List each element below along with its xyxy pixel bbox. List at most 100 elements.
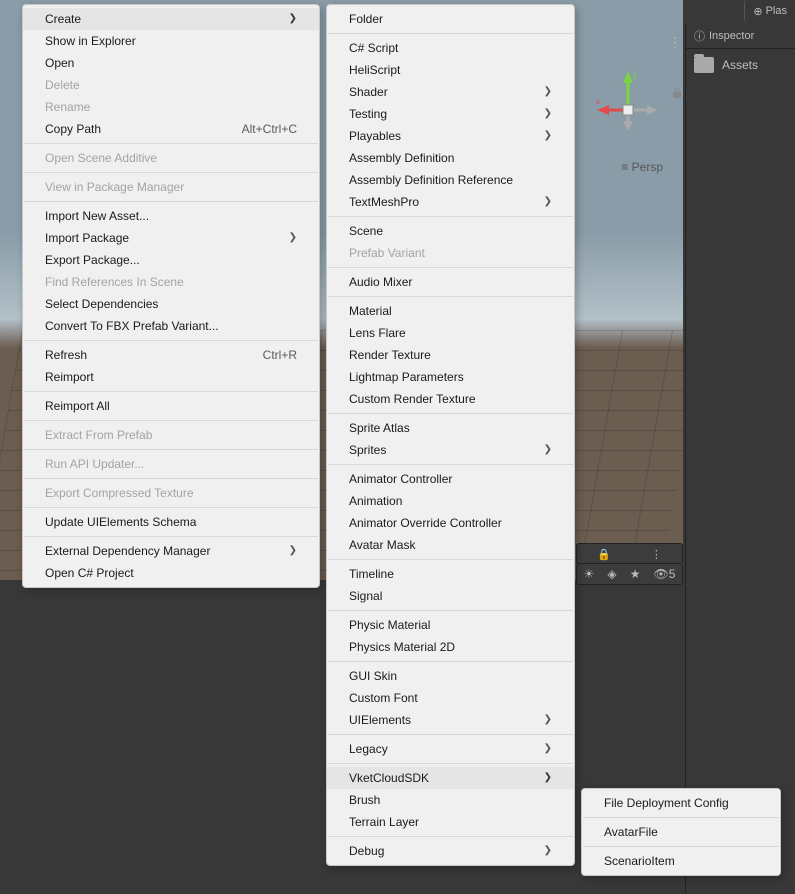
menu-item-vketcloudsdk[interactable]: VketCloudSDK❯ bbox=[327, 767, 574, 789]
menu-item-label: Open bbox=[45, 52, 74, 74]
menu-item-render-texture[interactable]: Render Texture bbox=[327, 344, 574, 366]
menu-item-label: Export Package... bbox=[45, 249, 140, 271]
menu-item-import-new-asset[interactable]: Import New Asset... bbox=[23, 205, 319, 227]
visibility-icon[interactable]: 👁5 bbox=[654, 567, 676, 581]
menu-item-lightmap-parameters[interactable]: Lightmap Parameters bbox=[327, 366, 574, 388]
menu-item-physic-material[interactable]: Physic Material bbox=[327, 614, 574, 636]
menu-separator bbox=[24, 143, 318, 144]
inspector-tab[interactable]: ⓘ Inspector bbox=[686, 24, 795, 49]
menu-item-signal[interactable]: Signal bbox=[327, 585, 574, 607]
scene-projection-label[interactable]: ≡ Persp bbox=[621, 160, 663, 174]
tag-icon[interactable]: ◈ bbox=[607, 567, 616, 581]
kebab-icon[interactable]: ⋮ bbox=[651, 548, 662, 561]
menu-item-animator-controller[interactable]: Animator Controller bbox=[327, 468, 574, 490]
menu-item-open[interactable]: Open bbox=[23, 52, 319, 74]
menu-item-label: C# Script bbox=[349, 37, 398, 59]
menu-item-material[interactable]: Material bbox=[327, 300, 574, 322]
menu-item-refresh[interactable]: RefreshCtrl+R bbox=[23, 344, 319, 366]
menu-item-export-package[interactable]: Export Package... bbox=[23, 249, 319, 271]
lock-icon[interactable] bbox=[672, 86, 682, 98]
menu-item-import-package[interactable]: Import Package❯ bbox=[23, 227, 319, 249]
menu-item-label: Lens Flare bbox=[349, 322, 406, 344]
scene-toolbar-icons-row-2: ☀ ◈ ★ 👁5 bbox=[576, 563, 683, 585]
svg-text:y: y bbox=[633, 71, 637, 80]
menu-item-scenarioitem[interactable]: ScenarioItem bbox=[582, 850, 780, 872]
menu-item-custom-render-texture[interactable]: Custom Render Texture bbox=[327, 388, 574, 410]
menu-separator bbox=[328, 734, 573, 735]
menu-item-label: Testing bbox=[349, 103, 387, 125]
menu-item-folder[interactable]: Folder bbox=[327, 8, 574, 30]
menu-item-gui-skin[interactable]: GUI Skin bbox=[327, 665, 574, 687]
menu-separator bbox=[328, 413, 573, 414]
star-icon[interactable]: ★ bbox=[630, 567, 641, 581]
menu-item-label: Signal bbox=[349, 585, 382, 607]
menu-item-debug[interactable]: Debug❯ bbox=[327, 840, 574, 862]
menu-item-uielements[interactable]: UIElements❯ bbox=[327, 709, 574, 731]
menu-item-label: Show in Explorer bbox=[45, 30, 136, 52]
menu-item-scene[interactable]: Scene bbox=[327, 220, 574, 242]
menu-item-heliscript[interactable]: HeliScript bbox=[327, 59, 574, 81]
menu-item-shader[interactable]: Shader❯ bbox=[327, 81, 574, 103]
lighting-icon[interactable]: ☀ bbox=[584, 567, 595, 581]
menu-separator bbox=[24, 420, 318, 421]
menu-item-label: Extract From Prefab bbox=[45, 424, 152, 446]
menu-item-avatar-mask[interactable]: Avatar Mask bbox=[327, 534, 574, 556]
menu-item-label: Physics Material 2D bbox=[349, 636, 455, 658]
menu-item-extract-from-prefab: Extract From Prefab bbox=[23, 424, 319, 446]
menu-separator bbox=[24, 391, 318, 392]
lock-icon[interactable]: 🔒 bbox=[597, 548, 611, 561]
folder-icon bbox=[694, 57, 714, 73]
scene-orientation-gizmo[interactable]: x y bbox=[593, 65, 663, 135]
menu-item-playables[interactable]: Playables❯ bbox=[327, 125, 574, 147]
menu-item-label: Custom Font bbox=[349, 687, 418, 709]
chevron-right-icon: ❯ bbox=[289, 8, 297, 30]
menu-item-copy-path[interactable]: Copy PathAlt+Ctrl+C bbox=[23, 118, 319, 140]
menu-separator bbox=[328, 33, 573, 34]
menu-item-animation[interactable]: Animation bbox=[327, 490, 574, 512]
toolbar-plastic-button[interactable]: ⊕Plas bbox=[744, 0, 795, 22]
kebab-menu-icon[interactable]: ⋮ bbox=[668, 34, 682, 51]
menu-item-physics-material-2d[interactable]: Physics Material 2D bbox=[327, 636, 574, 658]
menu-item-convert-to-fbx-prefab-variant[interactable]: Convert To FBX Prefab Variant... bbox=[23, 315, 319, 337]
menu-item-testing[interactable]: Testing❯ bbox=[327, 103, 574, 125]
menu-item-label: Timeline bbox=[349, 563, 394, 585]
menu-item-label: Prefab Variant bbox=[349, 242, 425, 264]
menu-item-open-c-project[interactable]: Open C# Project bbox=[23, 562, 319, 584]
menu-item-custom-font[interactable]: Custom Font bbox=[327, 687, 574, 709]
menu-item-external-dependency-manager[interactable]: External Dependency Manager❯ bbox=[23, 540, 319, 562]
menu-item-brush[interactable]: Brush bbox=[327, 789, 574, 811]
menu-item-update-uielements-schema[interactable]: Update UIElements Schema bbox=[23, 511, 319, 533]
menu-item-create[interactable]: Create❯ bbox=[23, 8, 319, 30]
menu-item-select-dependencies[interactable]: Select Dependencies bbox=[23, 293, 319, 315]
menu-item-label: Animation bbox=[349, 490, 402, 512]
menu-item-label: Avatar Mask bbox=[349, 534, 415, 556]
menu-item-textmeshpro[interactable]: TextMeshPro❯ bbox=[327, 191, 574, 213]
menu-item-prefab-variant: Prefab Variant bbox=[327, 242, 574, 264]
menu-item-lens-flare[interactable]: Lens Flare bbox=[327, 322, 574, 344]
menu-item-assembly-definition-reference[interactable]: Assembly Definition Reference bbox=[327, 169, 574, 191]
menu-item-label: VketCloudSDK bbox=[349, 767, 429, 789]
menu-item-label: UIElements bbox=[349, 709, 411, 731]
menu-item-export-compressed-texture: Export Compressed Texture bbox=[23, 482, 319, 504]
menu-item-terrain-layer[interactable]: Terrain Layer bbox=[327, 811, 574, 833]
menu-item-reimport[interactable]: Reimport bbox=[23, 366, 319, 388]
menu-item-sprites[interactable]: Sprites❯ bbox=[327, 439, 574, 461]
menu-item-audio-mixer[interactable]: Audio Mixer bbox=[327, 271, 574, 293]
menu-item-timeline[interactable]: Timeline bbox=[327, 563, 574, 585]
menu-item-avatarfile[interactable]: AvatarFile bbox=[582, 821, 780, 843]
menu-item-view-in-package-manager: View in Package Manager bbox=[23, 176, 319, 198]
menu-item-label: Open Scene Additive bbox=[45, 147, 157, 169]
menu-item-file-deployment-config[interactable]: File Deployment Config bbox=[582, 792, 780, 814]
menu-item-shortcut: Ctrl+R bbox=[263, 344, 297, 366]
menu-item-delete: Delete bbox=[23, 74, 319, 96]
menu-item-animator-override-controller[interactable]: Animator Override Controller bbox=[327, 512, 574, 534]
menu-item-sprite-atlas[interactable]: Sprite Atlas bbox=[327, 417, 574, 439]
menu-item-legacy[interactable]: Legacy❯ bbox=[327, 738, 574, 760]
menu-item-label: Update UIElements Schema bbox=[45, 511, 196, 533]
menu-item-find-references-in-scene: Find References In Scene bbox=[23, 271, 319, 293]
menu-item-show-in-explorer[interactable]: Show in Explorer bbox=[23, 30, 319, 52]
menu-separator bbox=[328, 763, 573, 764]
menu-item-c-script[interactable]: C# Script bbox=[327, 37, 574, 59]
menu-item-reimport-all[interactable]: Reimport All bbox=[23, 395, 319, 417]
menu-item-assembly-definition[interactable]: Assembly Definition bbox=[327, 147, 574, 169]
